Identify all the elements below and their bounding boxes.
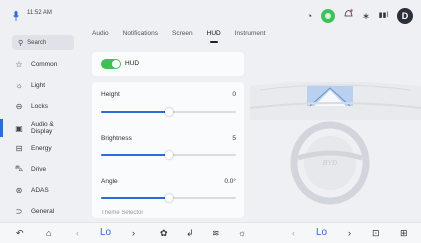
sidebar-item-locks[interactable]: ⊖ Locks [0, 100, 82, 112]
sun-icon: ☼ [15, 80, 23, 90]
sidebar-item-label: Energy [31, 144, 52, 152]
angle-value: 0.0° [224, 178, 236, 185]
sidebar-item-light[interactable]: ☼ Light [0, 79, 82, 91]
sidebar-item-energy[interactable]: ⊟ Energy [0, 142, 82, 154]
defrost-icon[interactable]: ⊡ [372, 227, 380, 239]
brightness-value: 5 [232, 135, 236, 142]
height-label: Height [101, 91, 120, 98]
signal-icon: ▮▮l [378, 12, 388, 19]
left-temperature[interactable]: Lo [100, 227, 111, 239]
sidebar-item-label: General [31, 207, 55, 215]
star-icon: ☆ [15, 59, 23, 69]
brightness-slider-knob[interactable] [165, 151, 173, 159]
bottom-control-bar: ↶ ⌂ ‹ Lo › ✿ ↲ ≋ ☼ ‹ Lo › ⊡ ⊞ [0, 222, 421, 243]
height-slider-knob[interactable] [165, 108, 173, 116]
angle-label: Angle [101, 178, 118, 185]
angle-slider-fill [101, 197, 169, 199]
height-slider-fill [101, 111, 169, 113]
general-icon: ⊃ [15, 206, 23, 216]
seat-vent-icon[interactable]: ≋ [212, 227, 220, 239]
tab-screen[interactable]: Screen [172, 30, 193, 44]
hud-toggle[interactable] [101, 59, 121, 69]
speedometer-icon: ◔ [306, 11, 313, 21]
settings-tabs: Audio Notifications Screen HUD Instrumen… [92, 30, 265, 44]
svg-text:BYD: BYD [323, 160, 337, 167]
tab-audio[interactable]: Audio [92, 30, 109, 44]
sidebar-item-common[interactable]: ☆ Common [0, 58, 82, 70]
sidebar-item-general[interactable]: ⊃ General [0, 205, 82, 217]
status-time: 11:52 AM [27, 10, 52, 16]
height-slider[interactable] [101, 108, 236, 116]
back-icon[interactable]: ↶ [16, 227, 24, 239]
height-value: 0 [232, 91, 236, 98]
home-icon[interactable]: ⌂ [46, 227, 51, 239]
seat-heat-icon[interactable]: ↲ [186, 227, 194, 239]
sidebar-item-label: Light [31, 81, 46, 89]
brightness-slider[interactable] [101, 151, 236, 159]
right-temperature[interactable]: Lo [316, 227, 327, 239]
status-icons: ◔ ∗ ▮▮l D [307, 8, 413, 24]
search-button[interactable]: ⚲ Search [12, 35, 74, 50]
tab-instrument[interactable]: Instrument [235, 30, 266, 44]
fan-icon[interactable]: ✿ [160, 227, 168, 239]
avatar[interactable]: D [397, 8, 413, 24]
sidebar-item-label: Locks [31, 102, 48, 110]
angle-slider[interactable] [101, 194, 236, 202]
tab-hud[interactable]: HUD [207, 30, 221, 44]
sidebar-item-label: Drive [31, 165, 47, 173]
temp-left-decrease-icon[interactable]: ‹ [76, 227, 79, 239]
hud-toggle-card: HUD [92, 52, 244, 76]
fan-speed-icon[interactable]: ☼ [238, 227, 246, 239]
lock-icon: ⊖ [15, 101, 23, 111]
display-icon: ▣ [15, 123, 23, 133]
temp-right-decrease-icon[interactable]: ‹ [292, 227, 295, 239]
bell-icon[interactable] [344, 9, 353, 23]
hud-toggle-label: HUD [125, 60, 140, 67]
sidebar-item-audio-display[interactable]: ▣ Audio & Display [0, 119, 82, 137]
sidebar-item-label: ADAS [31, 186, 49, 194]
tab-notifications[interactable]: Notifications [123, 30, 158, 44]
temp-right-increase-icon[interactable]: › [348, 227, 351, 239]
sidebar-item-adas[interactable]: ⊛ ADAS [0, 184, 82, 196]
angle-slider-knob[interactable] [165, 194, 173, 202]
apps-icon[interactable]: ⊞ [400, 227, 408, 239]
status-bar: 11:52 AM ◔ ∗ ▮▮l D [0, 0, 421, 30]
bluetooth-icon: ∗ [362, 11, 370, 21]
brightness-label: Brightness [101, 135, 132, 142]
car-icon: ⛍ [14, 164, 24, 173]
hud-car-illustration: BYD [250, 82, 421, 205]
microphone-icon[interactable] [13, 11, 19, 21]
sidebar-item-drive[interactable]: ⛍ Drive [0, 163, 82, 175]
steering-icon: ⊛ [15, 185, 23, 195]
hud-settings-card: Height 0 Brightness 5 Angle 0.0° Theme S… [92, 82, 244, 218]
theme-selector-label: Theme Selector [101, 210, 144, 214]
battery-icon: ⊟ [15, 143, 23, 153]
sidebar-item-label: Audio & Display [31, 121, 54, 135]
brightness-slider-fill [101, 154, 169, 156]
recording-icon[interactable] [321, 9, 336, 23]
settings-sidebar: ⚲ Search ☆ Common ☼ Light ⊖ Locks ▣ Audi… [0, 30, 82, 220]
search-label: Search [27, 39, 47, 46]
temp-left-increase-icon[interactable]: › [132, 227, 135, 239]
search-icon: ⚲ [18, 39, 24, 47]
sidebar-item-label: Common [31, 60, 58, 68]
